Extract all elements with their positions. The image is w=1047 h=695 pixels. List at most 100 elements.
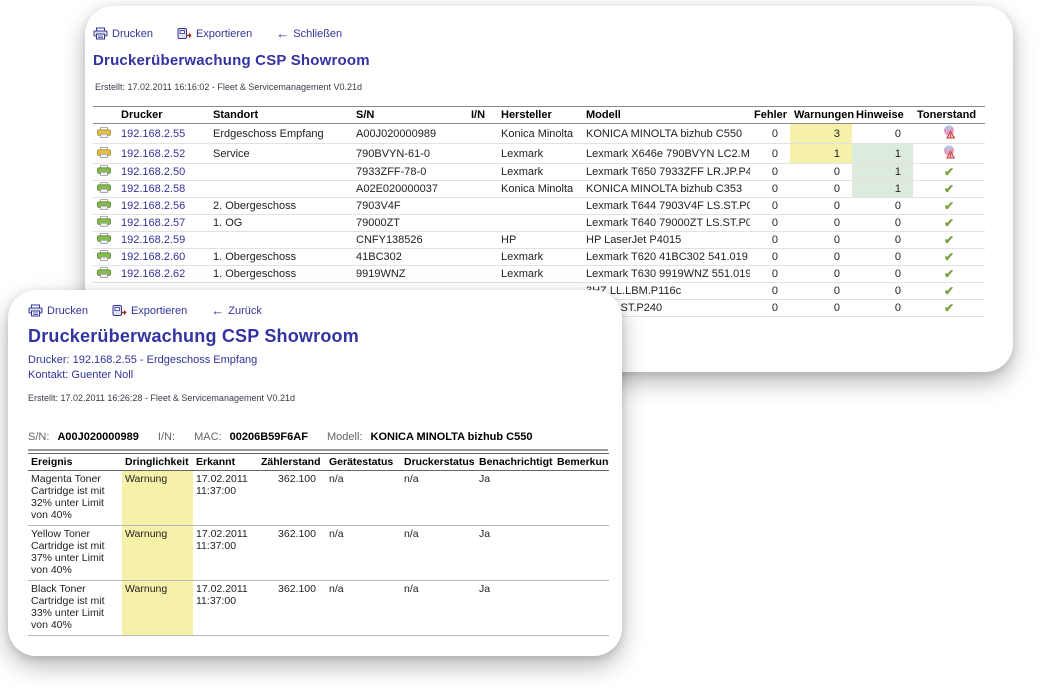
- cell-modell: Lexmark T644 7903V4F LS.ST.P069: [582, 198, 750, 215]
- printer-yellow-icon: [97, 147, 111, 158]
- cell-erkannt: 17.02.2011 11:37:00: [193, 471, 258, 526]
- cell-warnungen: 0: [790, 181, 852, 198]
- mac-value: 00206B59F6AF: [230, 431, 308, 443]
- created-line: Erstellt: 17.02.2011 16:16:02 - Fleet & …: [95, 82, 362, 92]
- cell-standort: 1. Obergeschoss: [209, 249, 352, 266]
- cell-tonerstand: [913, 215, 985, 232]
- cell-fehler: 0: [750, 181, 790, 198]
- col-erkannt: Erkannt: [193, 454, 258, 471]
- col-drucker: Drucker: [117, 107, 209, 124]
- close-button-label: Schließen: [293, 28, 342, 40]
- toner-ok-check-icon: [944, 201, 954, 213]
- cell-hinweise: 0: [852, 266, 913, 283]
- printer-status-icon: [93, 181, 117, 198]
- print-button[interactable]: Drucken: [93, 27, 153, 40]
- cell-sn: 7933ZFF-78-0: [352, 164, 467, 181]
- cell-warnungen: 0: [790, 164, 852, 181]
- cell-fehler: 0: [750, 283, 790, 300]
- cell-bemerkung: [554, 471, 609, 526]
- cell-fehler: 0: [750, 144, 790, 164]
- printer-ip-link[interactable]: 192.168.2.60: [121, 251, 185, 263]
- cell-zaehlerstand: 362.100: [258, 471, 326, 526]
- back-button[interactable]: Zurück: [211, 303, 262, 318]
- col-druckerstatus: Druckerstatus: [401, 454, 476, 471]
- cell-geraetestatus: n/a: [326, 581, 401, 636]
- cell-hersteller: [497, 198, 582, 215]
- printer-green-icon: [97, 267, 111, 278]
- printer-ip-link[interactable]: 192.168.2.56: [121, 200, 185, 212]
- toner-ok-check-icon: [944, 235, 954, 247]
- printer-status-icon: [93, 266, 117, 283]
- printer-ip-link[interactable]: 192.168.2.62: [121, 268, 185, 280]
- toner-ok-check-icon: [944, 218, 954, 230]
- cell-sn: 9919WNZ: [352, 266, 467, 283]
- cell-tonerstand: [913, 164, 985, 181]
- printer-ip-link[interactable]: 192.168.2.52: [121, 148, 185, 160]
- printer-ip-link[interactable]: 192.168.2.55: [121, 128, 185, 140]
- cell-modell: Lexmark T650 7933ZFF LR.JP.P413a: [582, 164, 750, 181]
- cell-ereignis: Magenta Toner Cartridge ist mit 32% unte…: [28, 471, 122, 526]
- cell-in: [467, 232, 497, 249]
- cell-sn: 790BVYN-61-0: [352, 144, 467, 164]
- toner-ok-check-icon: [944, 269, 954, 281]
- cell-hinweise: 0: [852, 232, 913, 249]
- print-button-label: Drucken: [112, 28, 153, 40]
- toner-ok-check-icon: [944, 252, 954, 264]
- close-button[interactable]: Schließen: [276, 26, 342, 41]
- cell-in: [467, 249, 497, 266]
- cell-hinweise: 1: [852, 181, 913, 198]
- cell-modell: KONICA MINOLTA bizhub C353: [582, 181, 750, 198]
- cell-modell: KONICA MINOLTA bizhub C550: [582, 124, 750, 144]
- printer-ip-link[interactable]: 192.168.2.59: [121, 234, 185, 246]
- col-in: I/N: [467, 107, 497, 124]
- cell-dringlichkeit: Warnung: [122, 581, 193, 636]
- page-title: Druckerüberwachung CSP Showroom: [28, 326, 359, 347]
- left-arrow-icon: [276, 26, 289, 41]
- toolbar: Drucken Exportieren Schließen: [93, 26, 342, 41]
- modell-label: Modell:: [327, 431, 362, 443]
- cell-hersteller: Lexmark: [497, 249, 582, 266]
- col-warnungen: Warnungen: [790, 107, 852, 124]
- cell-benachrichtigt: Ja: [476, 581, 554, 636]
- toner-ok-check-icon: [944, 167, 954, 179]
- cell-benachrichtigt: Ja: [476, 471, 554, 526]
- sn-label: S/N:: [28, 431, 49, 443]
- col-tonerstand: Tonerstand: [913, 107, 985, 124]
- cell-modell: HP LaserJet P4015: [582, 232, 750, 249]
- cell-geraetestatus: n/a: [326, 471, 401, 526]
- cell-sn: 79000ZT: [352, 215, 467, 232]
- export-button[interactable]: Exportieren: [177, 27, 252, 40]
- cell-sn: CNFY138526: [352, 232, 467, 249]
- printer-icon: [93, 27, 108, 40]
- cell-tonerstand: [913, 249, 985, 266]
- printer-ip-link[interactable]: 192.168.2.58: [121, 183, 185, 195]
- cell-hinweise: 0: [852, 249, 913, 266]
- table-row: 192.168.2.58 A02E020000037 Konica Minolt…: [93, 181, 985, 198]
- print-button[interactable]: Drucken: [28, 304, 88, 317]
- cell-fehler: 0: [750, 124, 790, 144]
- cell-modell: Lexmark T620 41BC302 541.019: [582, 249, 750, 266]
- cell-hersteller: [497, 215, 582, 232]
- cell-in: [467, 198, 497, 215]
- cell-fehler: 0: [750, 215, 790, 232]
- cell-dringlichkeit: Warnung: [122, 471, 193, 526]
- icon-column-header: [93, 107, 117, 124]
- toner-warning-icon: [942, 145, 957, 159]
- cell-standort: Erdgeschoss Empfang: [209, 124, 352, 144]
- cell-standort: Service: [209, 144, 352, 164]
- col-zaehlerstand: Zählerstand: [258, 454, 326, 471]
- col-dringlichkeit: Dringlichkeit: [122, 454, 193, 471]
- cell-fehler: 0: [750, 300, 790, 317]
- table-row: 192.168.2.55 Erdgeschoss Empfang A00J020…: [93, 124, 985, 144]
- cell-in: [467, 266, 497, 283]
- cell-tonerstand: [913, 181, 985, 198]
- cell-benachrichtigt: Ja: [476, 526, 554, 581]
- cell-hinweise: 0: [852, 215, 913, 232]
- table-row: 192.168.2.62 1. Obergeschoss 9919WNZ Lex…: [93, 266, 985, 283]
- export-button[interactable]: Exportieren: [112, 304, 187, 317]
- col-benachrichtigt: Benachrichtigt: [476, 454, 554, 471]
- left-arrow-icon: [211, 303, 224, 318]
- printer-ip-link[interactable]: 192.168.2.50: [121, 166, 185, 178]
- printer-ip-link[interactable]: 192.168.2.57: [121, 217, 185, 229]
- cell-hinweise: 1: [852, 164, 913, 181]
